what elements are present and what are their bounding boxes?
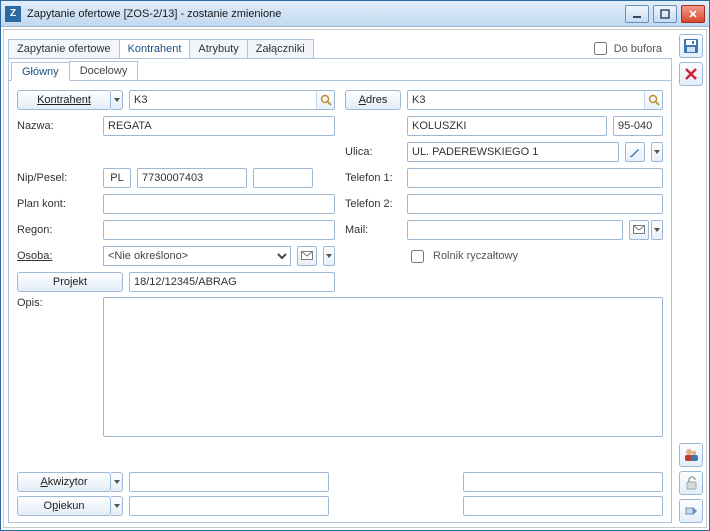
osoba-mail-icon[interactable] <box>297 246 317 266</box>
osoba-select[interactable]: <Nie określono> <box>103 246 291 266</box>
kontrahent-search-icon[interactable] <box>316 91 334 109</box>
inner-tabs: Główny Docelowy <box>9 59 671 81</box>
save-button[interactable] <box>679 34 703 58</box>
rolnik-checkbox[interactable] <box>411 250 424 263</box>
tab-zalaczniki[interactable]: Załączniki <box>247 39 314 58</box>
osoba-menu-icon[interactable] <box>323 246 335 266</box>
tab-docelowy[interactable]: Docelowy <box>69 61 139 80</box>
next-button[interactable] <box>679 499 703 523</box>
nip-extra-input[interactable] <box>253 168 313 188</box>
mail-input[interactable] <box>407 220 623 240</box>
postcode-input[interactable] <box>613 116 663 136</box>
opis-textarea[interactable] <box>103 297 663 437</box>
outer-tabs: Zapytanie ofertowe Kontrahent Atrybuty Z… <box>8 36 672 58</box>
nazwa-label: Nazwa: <box>17 120 97 132</box>
mail-send-icon[interactable] <box>629 220 649 240</box>
tel2-input[interactable] <box>407 194 663 214</box>
nip-label: Nip/Pesel: <box>17 172 97 184</box>
adres-input[interactable] <box>407 90 663 110</box>
kontrahent-input[interactable] <box>129 90 335 110</box>
maximize-button[interactable] <box>653 5 677 23</box>
regon-label: Regon: <box>17 224 97 236</box>
nip-country-input[interactable] <box>103 168 131 188</box>
tel1-input[interactable] <box>407 168 663 188</box>
users-button[interactable] <box>679 443 703 467</box>
tab-zapytanie-ofertowe[interactable]: Zapytanie ofertowe <box>8 39 120 58</box>
akwizytor-input[interactable] <box>129 472 329 492</box>
plan-kont-input[interactable] <box>103 194 335 214</box>
opis-label: Opis: <box>17 297 97 309</box>
left-column: Kontrahent <box>17 89 335 293</box>
mail-label: Mail: <box>345 224 401 236</box>
opiekun-button[interactable]: Opiekun <box>17 496 111 516</box>
minimize-button[interactable] <box>625 5 649 23</box>
adres-search-icon[interactable] <box>644 91 662 109</box>
projekt-button[interactable]: Projekt <box>17 272 123 292</box>
lock-button[interactable] <box>679 471 703 495</box>
tel1-label: Telefon 1: <box>345 172 401 184</box>
do-bufora-label: Do bufora <box>614 43 662 55</box>
right-column: Adres <box>345 89 663 293</box>
opiekun-input[interactable] <box>129 496 329 516</box>
mail-menu-icon[interactable] <box>651 220 663 240</box>
akwizytor-right-input[interactable] <box>463 472 663 492</box>
right-rail <box>676 30 706 527</box>
kontrahent-panel: Główny Docelowy Kontrahent <box>8 58 672 523</box>
tab-glowny[interactable]: Główny <box>11 62 70 81</box>
projekt-input[interactable] <box>129 272 335 292</box>
nazwa-input[interactable] <box>103 116 335 136</box>
adres-button[interactable]: Adres <box>345 90 401 110</box>
osoba-label: Osoba: <box>17 250 97 262</box>
do-bufora-checkbox[interactable] <box>594 42 607 55</box>
titlebar: Z Zapytanie ofertowe [ZOS-2/13] - zostan… <box>1 1 709 27</box>
ulica-label: Ulica: <box>345 146 401 158</box>
akwizytor-button[interactable]: Akwizytor <box>17 472 111 492</box>
nip-input[interactable] <box>137 168 247 188</box>
opiekun-right-input[interactable] <box>463 496 663 516</box>
ulica-input[interactable] <box>407 142 619 162</box>
opiekun-dropdown[interactable] <box>111 496 123 516</box>
ulica-edit-icon[interactable] <box>625 142 645 162</box>
app-icon: Z <box>5 6 21 22</box>
cancel-button[interactable] <box>679 62 703 86</box>
kontrahent-dropdown[interactable] <box>111 90 123 110</box>
tel2-label: Telefon 2: <box>345 198 401 210</box>
city-input[interactable] <box>407 116 607 136</box>
tab-atrybuty[interactable]: Atrybuty <box>189 39 247 58</box>
window: Z Zapytanie ofertowe [ZOS-2/13] - zostan… <box>0 0 710 531</box>
plan-kont-label: Plan kont: <box>17 198 97 210</box>
regon-input[interactable] <box>103 220 335 240</box>
tab-kontrahent[interactable]: Kontrahent <box>119 39 191 58</box>
window-title: Zapytanie ofertowe [ZOS-2/13] - zostanie… <box>27 8 625 20</box>
close-button[interactable] <box>681 5 705 23</box>
ulica-menu-icon[interactable] <box>651 142 663 162</box>
kontrahent-button[interactable]: Kontrahent <box>17 90 111 110</box>
rolnik-label: Rolnik ryczałtowy <box>433 250 518 262</box>
akwizytor-dropdown[interactable] <box>111 472 123 492</box>
